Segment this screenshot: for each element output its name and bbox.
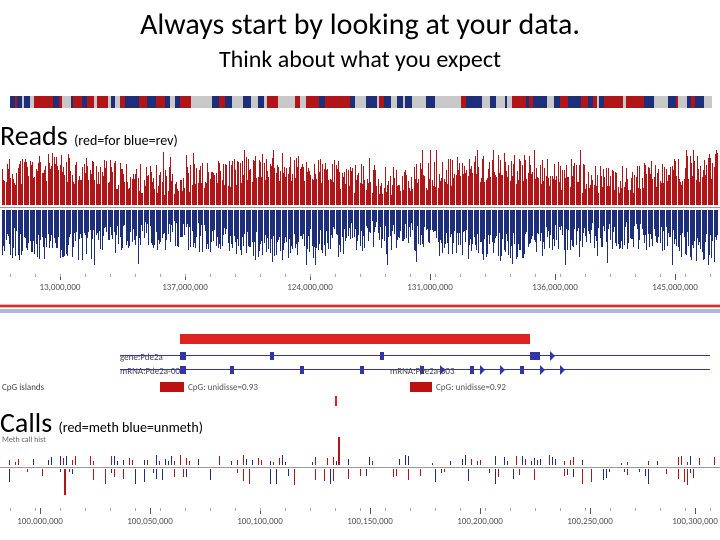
- axis-1-labels: 13,000,000 137,000,000 124,000,000 131,0…: [0, 282, 720, 300]
- reads-label-text: Reads: [0, 118, 68, 153]
- cpg-island-1: [160, 382, 184, 392]
- reads-forward-strand: [0, 150, 720, 205]
- axis1-t5: 145,000,000: [652, 282, 698, 293]
- slide-title: Always start by looking at your data.: [0, 0, 720, 43]
- axis2-t2: 100,100,000: [237, 516, 283, 527]
- reads-label: Reads (red=for blue=rev): [0, 118, 178, 153]
- axis2-t5: 100,250,000: [567, 516, 613, 527]
- axis1-t1: 137,000,000: [162, 282, 208, 293]
- reads-track: [0, 150, 720, 270]
- axis2-t0: 100,000,000: [17, 516, 63, 527]
- axis-2-labels: 100,000,000 100,050,000 100,100,000 100,…: [0, 516, 720, 534]
- cpg-island-2: [410, 382, 432, 392]
- mrna2-label: mRNA:Pde2a-003: [390, 366, 455, 377]
- reads-reverse-strand: [0, 210, 720, 265]
- axis1-t3: 131,000,000: [407, 282, 453, 293]
- gene-row: [120, 350, 710, 362]
- axis2-t6: 100,300,000: [672, 516, 718, 527]
- axis1-t0: 13,000,000: [40, 282, 81, 293]
- calls-track: Meth call hist: [0, 435, 720, 505]
- axis2-t1: 100,050,000: [127, 516, 173, 527]
- separator-red: [0, 305, 720, 307]
- axis-1-ticks: [0, 274, 720, 282]
- calls-unmeth-row: [0, 469, 720, 499]
- slide-subtitle: Think about what you expect: [0, 45, 720, 74]
- axis1-t2: 124,000,000: [287, 282, 333, 293]
- separator-blue: [0, 309, 720, 313]
- calls-meth-row: [0, 435, 720, 465]
- reads-label-annot: (red=for blue=rev): [74, 132, 178, 149]
- calls-label-annot: (red=meth blue=unmeth): [59, 419, 203, 436]
- cpg-island-2-label: CpG: unidisse=0.92: [436, 382, 506, 393]
- chromosome-header-1: [0, 88, 720, 116]
- cpg-island-1-label: CpG: unidisse=0.93: [188, 382, 258, 393]
- gene-zone: gene:Pde2a mRNA:Pde2a-001 mRNA:Pde2a-003…: [0, 320, 720, 402]
- gene-extent-bar: [180, 334, 530, 344]
- axis2-t4: 100,200,000: [457, 516, 503, 527]
- axis1-t4: 136,000,000: [532, 282, 578, 293]
- center-marker: [335, 396, 337, 406]
- axis-2-ticks: [0, 508, 720, 516]
- axis2-t3: 100,150,000: [347, 516, 393, 527]
- cpg-islands-row-label: CpG islands: [2, 382, 44, 393]
